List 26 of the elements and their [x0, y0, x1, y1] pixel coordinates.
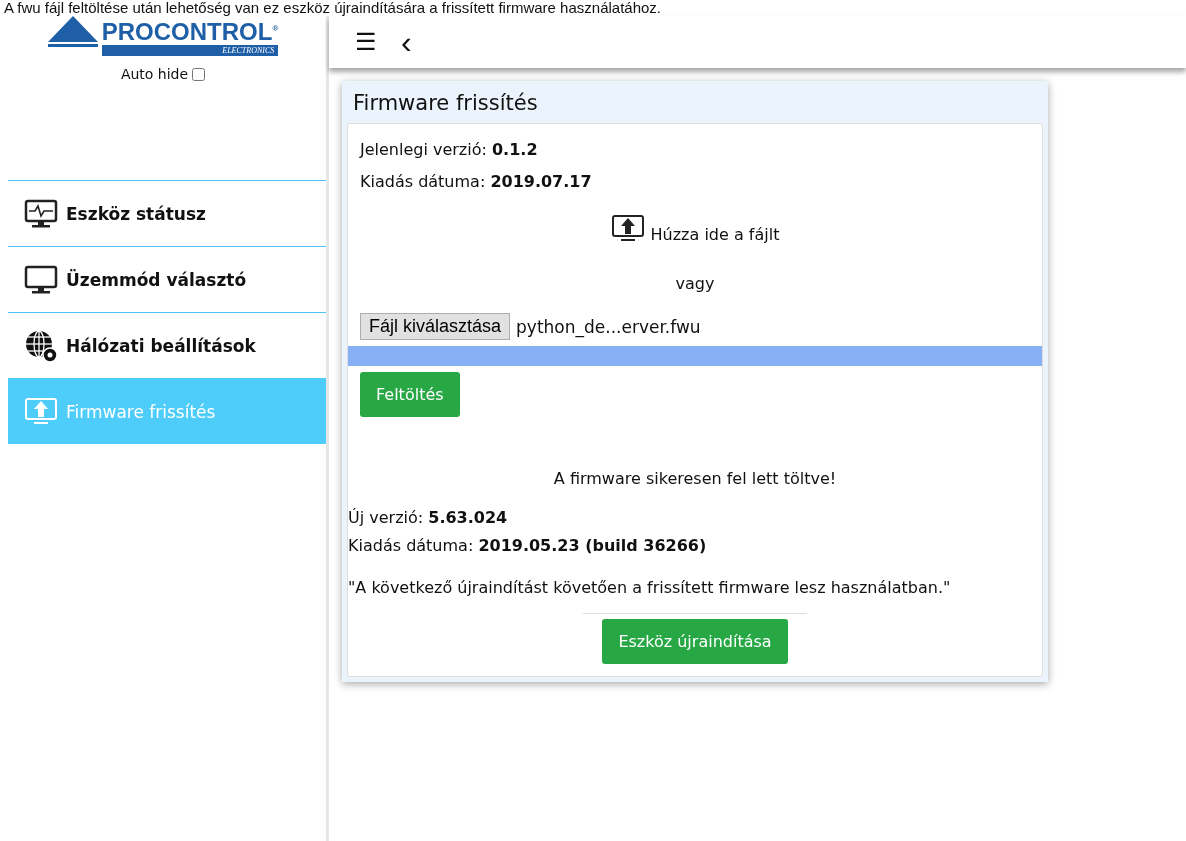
upload-monitor-icon: [24, 396, 58, 427]
caption-text: A fwu fájl feltöltése után lehetőség van ez eszköz újraindítására a frissített firmware használatához.: [3, 0, 662, 16]
logo-text: PROCONTROL$^{®}$: [101, 17, 279, 45]
drop-hint: Húzza ide a fájlt: [650, 225, 780, 244]
or-text: vagy: [675, 274, 715, 293]
note-text: "A következő újraindítást követően a frissített firmware lesz használatban.": [348, 578, 952, 597]
file-name: python_de...erver.fwu: [516, 316, 701, 337]
logo-subtitle: ELECTRONICS: [101, 45, 279, 56]
auto-hide-checkbox[interactable]: [192, 67, 206, 81]
monitor-icon: [24, 264, 58, 295]
info-text: Új verzió: 5.63.024: [348, 507, 509, 529]
monitor-pulse-icon: [24, 198, 58, 229]
menu-button[interactable]: ☰: [351, 28, 381, 56]
info-text: Kiadás dátuma: 2019.07.17: [359, 171, 593, 193]
back-button[interactable]: ‹: [397, 30, 416, 54]
globe-gear-icon: [24, 328, 58, 363]
card-title: Firmware frissítés: [352, 90, 539, 117]
upload-monitor-icon: [610, 214, 645, 244]
choose-file-button[interactable]: Fájl kiválasztása: [360, 313, 511, 340]
info-text: Jelenlegi verzió: 0.1.2: [358, 139, 539, 161]
sidebar-item[interactable]: Üzemmód választó: [8, 246, 326, 312]
sidebar-item[interactable]: Eszköz státusz: [8, 180, 326, 246]
auto-hide-label: Auto hide: [120, 66, 189, 82]
success-message: A firmware sikeresen fel lett töltve!: [553, 469, 837, 488]
triangle-icon: [47, 16, 98, 50]
info-text: Kiadás dátuma: 2019.05.23 (build 36266): [348, 535, 708, 557]
